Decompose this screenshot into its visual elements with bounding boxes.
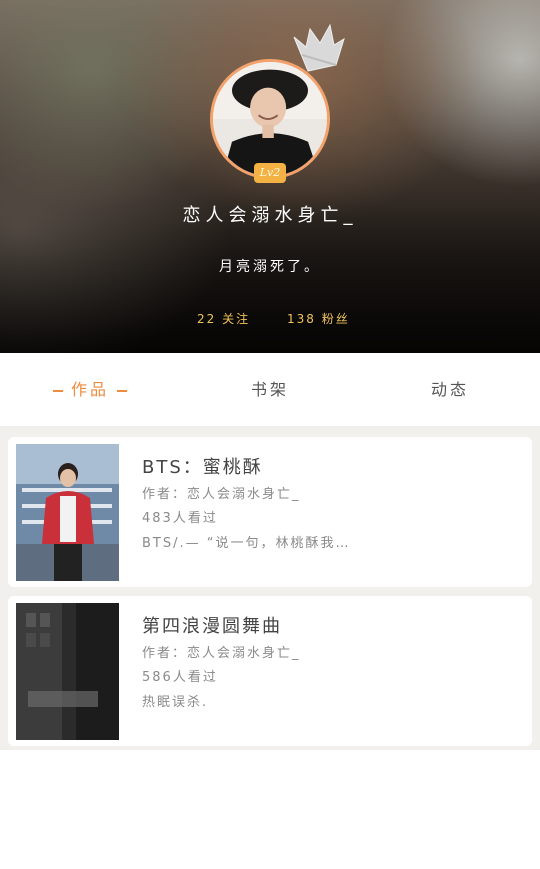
tab-works[interactable]: 作品	[40, 353, 140, 426]
following-count[interactable]: 22 关注	[197, 310, 250, 327]
work-views: 483人看过	[142, 511, 218, 526]
avatar-image	[210, 59, 330, 179]
work-title: BTS：蜜桃酥	[142, 457, 263, 478]
work-author: 作者：恋人会溺水身亡_	[142, 487, 301, 502]
work-title: 第四浪漫圆舞曲	[142, 616, 282, 637]
work-card[interactable]: 第四浪漫圆舞曲 作者：恋人会溺水身亡_ 586人看过 热眠误杀.	[8, 596, 532, 746]
tab-bookshelf[interactable]: 书架	[220, 353, 320, 426]
work-cover	[16, 603, 119, 740]
crown-icon	[293, 23, 345, 72]
profile-stats: 22 关注 138 粉丝	[0, 310, 540, 330]
work-card[interactable]: BTS：蜜桃酥 作者：恋人会溺水身亡_ 483人看过 BTS/.— “说一句，林…	[8, 437, 532, 587]
tab-moments-label: 动态	[430, 380, 469, 399]
avatar[interactable]	[210, 59, 330, 179]
fans-count[interactable]: 138 粉丝	[287, 310, 350, 327]
tab-bookshelf-label: 书架	[250, 380, 289, 399]
work-views: 586人看过	[142, 670, 218, 685]
work-excerpt: BTS/.— “说一句，林桃酥我…	[142, 536, 351, 551]
tab-moments[interactable]: 动态	[400, 353, 500, 426]
work-cover	[16, 444, 119, 581]
work-author: 作者：恋人会溺水身亡_	[142, 646, 301, 661]
username: 恋人会溺水身亡_	[182, 205, 358, 226]
cover-image-2	[16, 603, 119, 740]
avatar-photo	[213, 62, 327, 176]
work-excerpt: 热眠误杀.	[142, 695, 209, 710]
signature: 月亮溺死了。	[219, 259, 321, 275]
tab-active-marker-left	[52, 389, 63, 392]
tab-works-label: 作品	[70, 380, 109, 399]
profile-header: Lv2 恋人会溺水身亡_ 月亮溺死了。 22 关注 138 粉丝	[0, 0, 540, 353]
level-badge: Lv2	[254, 163, 286, 183]
cover-image-1	[16, 444, 119, 581]
profile-tabs: 作品 书架 动态	[0, 353, 540, 426]
tab-active-marker-right	[117, 389, 127, 392]
